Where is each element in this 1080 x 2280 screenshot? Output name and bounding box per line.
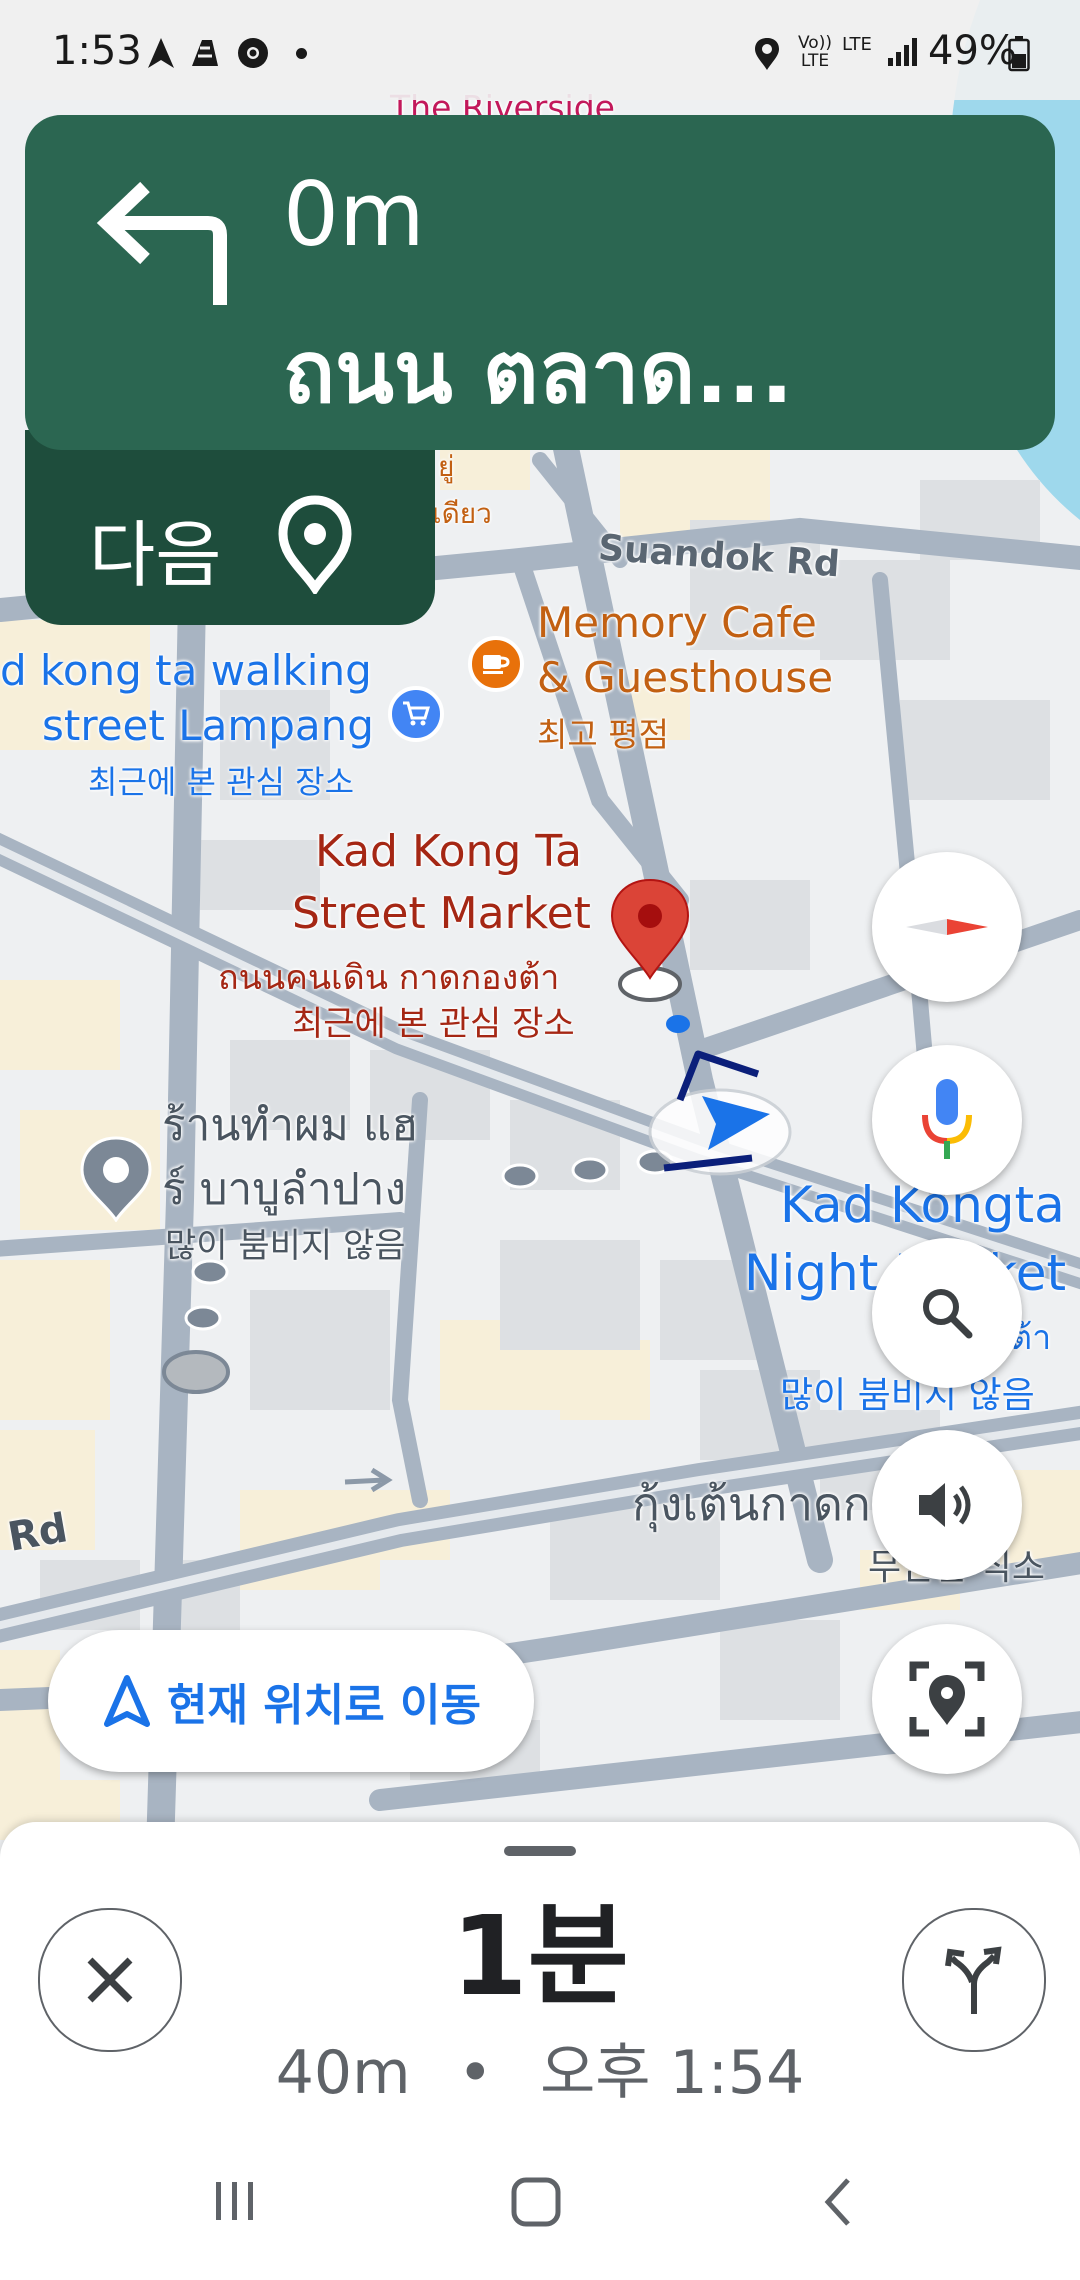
battery-icon	[1008, 36, 1030, 76]
destination-marker-icon	[275, 494, 355, 598]
speaker-icon	[919, 1483, 971, 1527]
trip-summary-sheet[interactable]: 1분 40m • 오후 1:54	[0, 1822, 1080, 2280]
poi-barber-name-1[interactable]: ร้านทำผม แฮ	[162, 1090, 418, 1160]
current-location-arrow-icon	[640, 1040, 810, 1184]
poi-walking-street-name-1[interactable]: d kong ta walking	[0, 646, 372, 695]
back-icon	[824, 2178, 850, 2226]
navigation-instruction-banner[interactable]: 0m ถนน ตลาด...	[25, 115, 1055, 450]
compass-icon	[906, 919, 988, 935]
arrival-time: 오후 1:54	[540, 2038, 805, 2108]
notification-dot-icon	[296, 48, 307, 59]
poi-barber-name-2[interactable]: ร์ บาบูลำปาง	[162, 1154, 406, 1224]
search-button[interactable]	[872, 1238, 1022, 1388]
next-turn-banner[interactable]: 다음	[25, 430, 435, 625]
shopping-cart-icon[interactable]	[388, 686, 444, 742]
volte-label: Vo))	[798, 33, 832, 53]
turn-street-name: ถนน ตลาด...	[283, 323, 794, 423]
recenter-label: 현재 위치로 이동	[167, 1680, 481, 1731]
poi-market-name-1[interactable]: Kad Kong Ta	[315, 826, 582, 877]
map-label-partial-top: ยู่	[438, 450, 455, 483]
back-button[interactable]	[818, 2174, 858, 2234]
recent-apps-button[interactable]	[210, 2176, 260, 2230]
battery-percent: 49%	[928, 28, 1017, 74]
home-button[interactable]	[508, 2174, 564, 2234]
report-location-button[interactable]	[872, 1624, 1022, 1774]
maps-status-icon	[188, 34, 222, 74]
turn-left-icon	[85, 175, 235, 319]
status-time: 1:53	[52, 28, 142, 74]
navigation-status-icon	[146, 36, 176, 74]
route-split-icon	[945, 1946, 1002, 2014]
compass-button[interactable]	[872, 852, 1022, 1002]
microphone-icon	[922, 1079, 972, 1159]
alternate-routes-button[interactable]	[902, 1908, 1046, 2052]
place-pin-icon[interactable]	[78, 1136, 154, 1226]
poi-barber-busy: 많이 붐비지 않음	[165, 1226, 406, 1266]
sound-button[interactable]	[872, 1430, 1022, 1580]
poi-walking-street-name-2[interactable]: street Lampang	[42, 701, 374, 750]
lte-label: LTE	[842, 34, 872, 55]
trip-distance: 40m	[275, 2038, 411, 2108]
recenter-button[interactable]: 현재 위치로 이동	[48, 1630, 534, 1772]
sheet-drag-handle[interactable]	[504, 1846, 576, 1856]
cafe-icon[interactable]	[468, 636, 524, 692]
destination-dot	[666, 1015, 690, 1033]
chrome-status-icon	[236, 36, 270, 74]
voice-search-button[interactable]	[872, 1045, 1022, 1195]
poi-memory-cafe-rating: 최고 평점	[537, 715, 669, 754]
recent-apps-icon	[216, 2182, 253, 2220]
poi-memory-cafe-name-2[interactable]: & Guesthouse	[537, 653, 833, 702]
destination-pin-icon[interactable]	[606, 878, 696, 1012]
navigation-arrow-icon	[104, 1675, 150, 1727]
signal-icon	[886, 36, 920, 72]
map-label-partial-top2: เดียว	[432, 497, 492, 530]
home-icon	[511, 2177, 561, 2227]
volte-lte-label: LTE	[800, 51, 830, 71]
location-status-icon	[752, 36, 782, 76]
poi-market-name-2[interactable]: Street Market	[292, 888, 591, 939]
status-bar: 1:53 Vo)) LTE LTE 49%	[0, 0, 1080, 100]
poi-market-recent: 최근에 본 관심 장소	[292, 1004, 575, 1044]
next-label: 다음	[89, 513, 222, 597]
trip-separator: •	[457, 2038, 493, 2108]
search-icon	[923, 1289, 973, 1339]
poi-walking-street-recent: 최근에 본 관심 장소	[88, 763, 355, 801]
pin-frame-icon	[909, 1661, 985, 1737]
turn-distance: 0m	[283, 163, 425, 266]
poi-memory-cafe-name-1[interactable]: Memory Cafe	[537, 598, 817, 647]
